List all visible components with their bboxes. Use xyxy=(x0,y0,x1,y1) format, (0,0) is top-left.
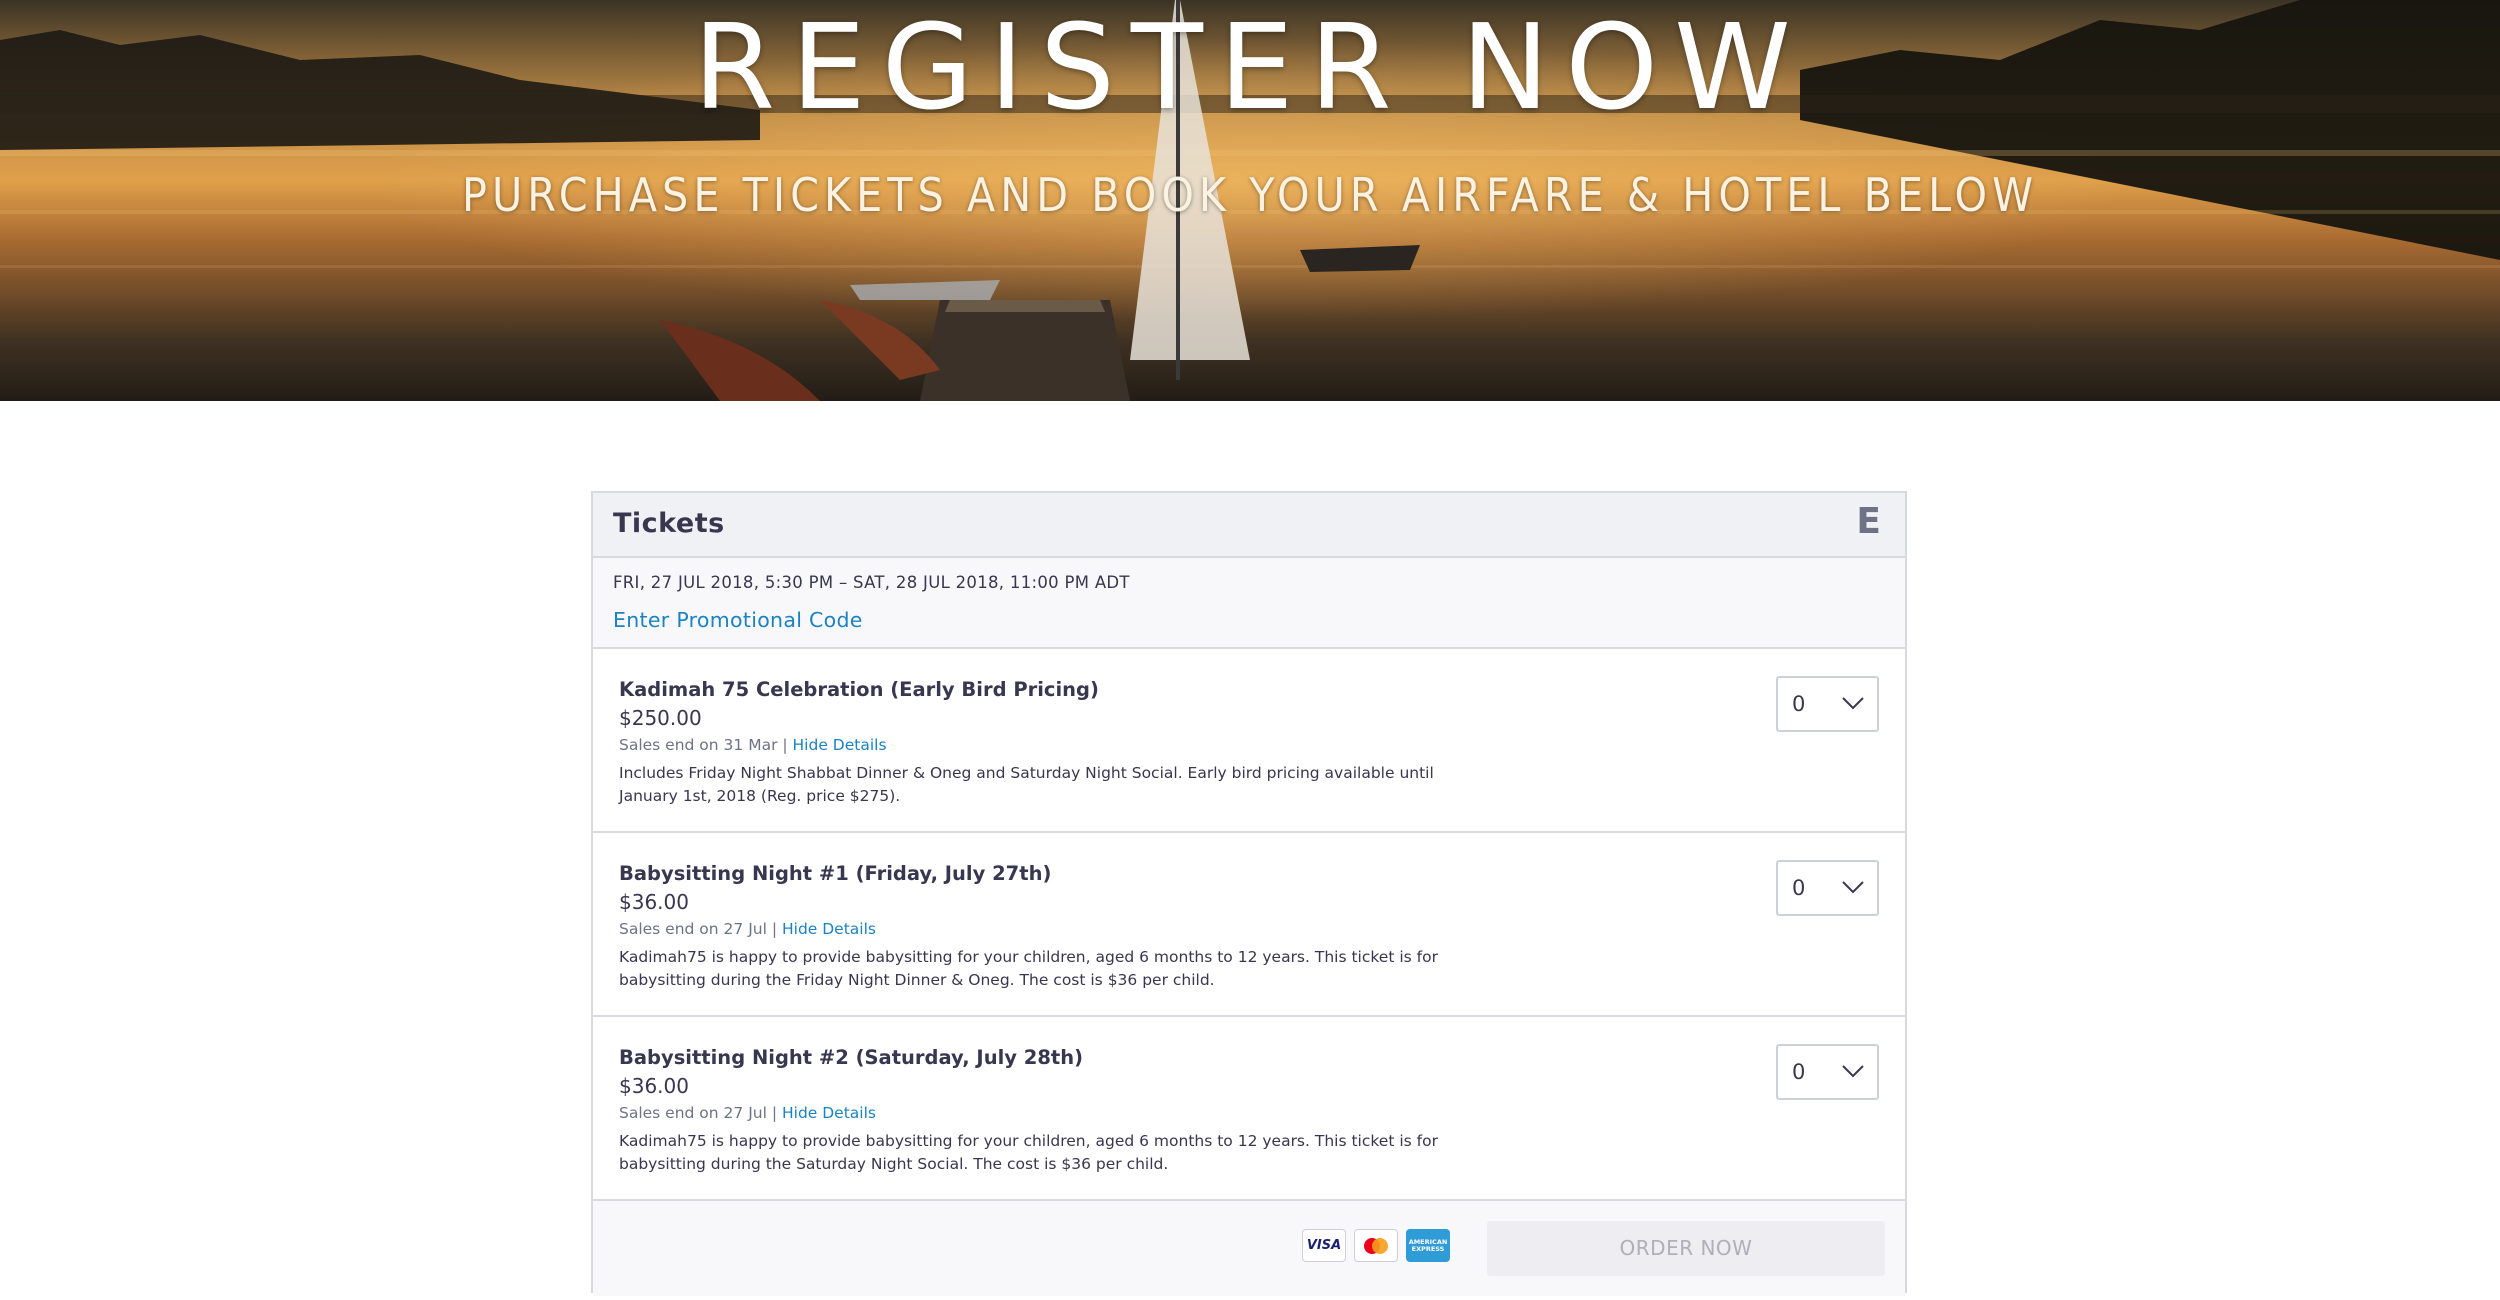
ticket-description: Includes Friday Night Shabbat Dinner & O… xyxy=(619,764,1434,805)
ticket-price: $250.00 xyxy=(619,706,702,730)
amex-icon: AMERICAN EXPRESS xyxy=(1406,1229,1450,1262)
chevron-down-icon xyxy=(1841,879,1865,899)
ticket-sales-end: Sales end on 27 Jul | Hide Details xyxy=(619,1104,876,1122)
ticket-description: Kadimah75 is happy to provide babysittin… xyxy=(619,948,1438,989)
ticket-sales-end: Sales end on 27 Jul | Hide Details xyxy=(619,920,876,938)
ticket-sales-end: Sales end on 31 Mar | Hide Details xyxy=(619,736,887,754)
widget-title: Tickets xyxy=(613,508,725,539)
widget-footer: VISA AMERICAN EXPRESS ORDER NOW xyxy=(593,1201,1905,1296)
hero-banner: REGISTER NOW PURCHASE TICKETS AND BOOK Y… xyxy=(0,0,2500,401)
quantity-value: 0 xyxy=(1792,1060,1806,1084)
event-date-range: FRI, 27 JUL 2018, 5:30 PM – SAT, 28 JUL … xyxy=(613,573,1130,592)
ticket-name: Babysitting Night #2 (Saturday, July 28t… xyxy=(619,1046,1084,1069)
ticket-name: Babysitting Night #1 (Friday, July 27th) xyxy=(619,862,1052,885)
visa-icon: VISA xyxy=(1302,1229,1346,1262)
hide-details-link[interactable]: Hide Details xyxy=(782,920,876,938)
ticket-price: $36.00 xyxy=(619,1074,689,1098)
ticket-price: $36.00 xyxy=(619,890,689,914)
hide-details-link[interactable]: Hide Details xyxy=(793,736,887,754)
chevron-down-icon xyxy=(1841,1063,1865,1083)
quantity-value: 0 xyxy=(1792,692,1806,716)
mastercard-icon xyxy=(1354,1229,1398,1262)
quantity-select[interactable]: 0 xyxy=(1776,1044,1879,1100)
promo-code-link[interactable]: Enter Promotional Code xyxy=(613,608,863,632)
ticket-row: Babysitting Night #1 (Friday, July 27th)… xyxy=(593,833,1905,1017)
ticket-row: Babysitting Night #2 (Saturday, July 28t… xyxy=(593,1017,1905,1201)
widget-header: Tickets E xyxy=(593,493,1905,558)
hero-title: REGISTER NOW xyxy=(693,0,1807,136)
event-meta: FRI, 27 JUL 2018, 5:30 PM – SAT, 28 JUL … xyxy=(593,558,1905,649)
quantity-select[interactable]: 0 xyxy=(1776,676,1879,732)
chevron-down-icon xyxy=(1841,695,1865,715)
ticket-description: Kadimah75 is happy to provide babysittin… xyxy=(619,1132,1438,1173)
order-now-button[interactable]: ORDER NOW xyxy=(1487,1221,1885,1276)
sales-end-text: Sales end on 31 Mar | xyxy=(619,736,793,754)
hero-subtitle: PURCHASE TICKETS AND BOOK YOUR AIRFARE &… xyxy=(461,168,2039,222)
payment-cards: VISA AMERICAN EXPRESS xyxy=(1302,1229,1450,1262)
eventbrite-logo-icon: E xyxy=(1856,501,1881,542)
quantity-value: 0 xyxy=(1792,876,1806,900)
sales-end-text: Sales end on 27 Jul | xyxy=(619,1104,782,1122)
ticket-widget: Tickets E FRI, 27 JUL 2018, 5:30 PM – SA… xyxy=(591,491,1907,1296)
ticket-row: Kadimah 75 Celebration (Early Bird Prici… xyxy=(593,649,1905,833)
sales-end-text: Sales end on 27 Jul | xyxy=(619,920,782,938)
hide-details-link[interactable]: Hide Details xyxy=(782,1104,876,1122)
quantity-select[interactable]: 0 xyxy=(1776,860,1879,916)
ticket-name: Kadimah 75 Celebration (Early Bird Prici… xyxy=(619,678,1099,701)
